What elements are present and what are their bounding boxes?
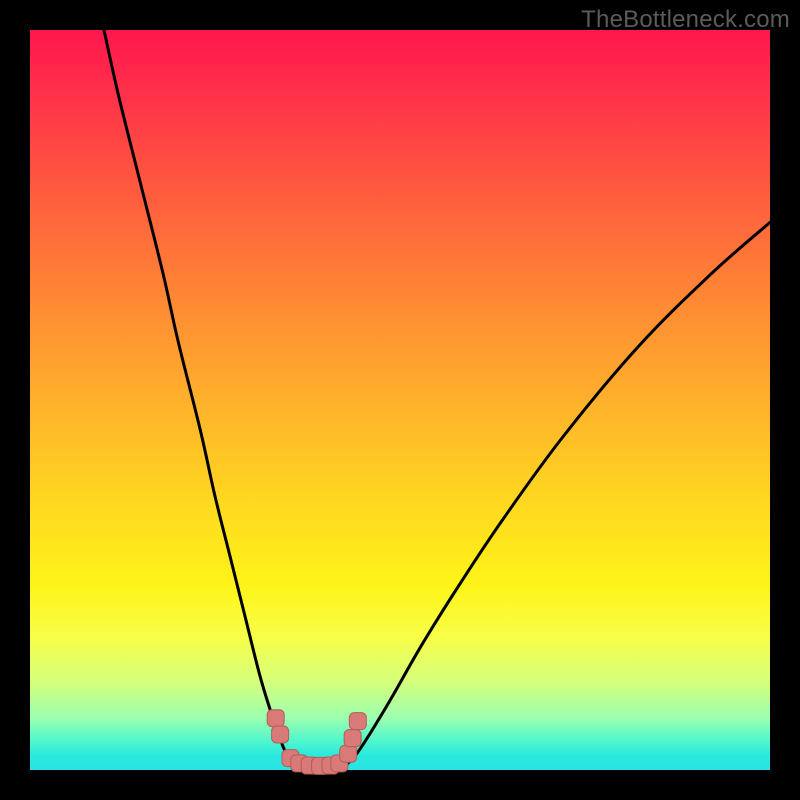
bottleneck-curve (104, 30, 770, 769)
data-marker (349, 713, 366, 730)
plot-area (30, 30, 770, 770)
data-marker (344, 730, 361, 747)
chart-svg (30, 30, 770, 770)
data-marker (340, 745, 357, 762)
data-marker (267, 710, 284, 727)
curve-markers (267, 710, 366, 775)
data-marker (272, 726, 289, 743)
chart-frame: TheBottleneck.com (0, 0, 800, 800)
curve-lines (104, 30, 770, 769)
